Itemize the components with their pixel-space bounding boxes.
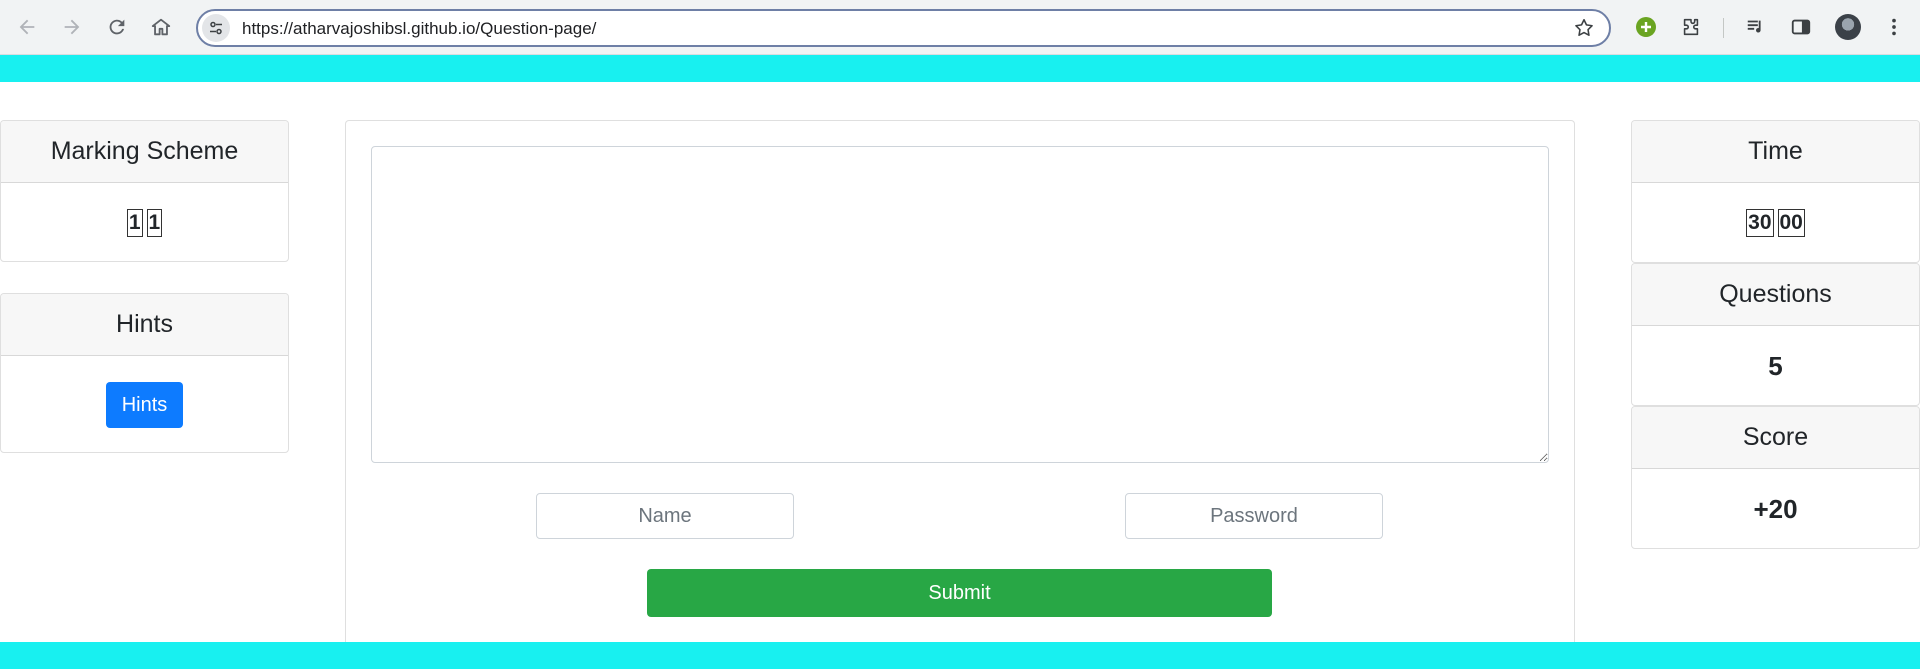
hints-title: Hints xyxy=(1,294,288,356)
back-button[interactable] xyxy=(10,10,44,44)
hints-button[interactable]: Hints xyxy=(106,382,183,428)
side-panel-icon xyxy=(1791,19,1811,35)
side-panel-button[interactable] xyxy=(1787,13,1815,41)
browser-toolbar: https://atharvajoshibsl.github.io/Questi… xyxy=(0,0,1920,55)
extensions-button[interactable] xyxy=(1677,13,1705,41)
toolbar-divider xyxy=(1723,18,1724,38)
time-title: Time xyxy=(1632,121,1919,183)
queue-music-icon xyxy=(1747,20,1761,33)
submit-button[interactable]: Submit xyxy=(647,569,1272,617)
time-minutes: 30 xyxy=(1746,209,1774,237)
tune-icon xyxy=(210,21,222,35)
forward-button[interactable] xyxy=(55,10,89,44)
questions-body: 5 xyxy=(1632,326,1919,405)
plus-circle-icon xyxy=(1636,17,1656,37)
more-vert-icon xyxy=(1892,18,1896,36)
time-seconds: 00 xyxy=(1777,209,1805,237)
questions-card: Questions 5 xyxy=(1631,263,1920,406)
reload-icon xyxy=(109,19,125,35)
home-button[interactable] xyxy=(144,10,178,44)
hints-card: Hints Hints xyxy=(0,293,289,453)
answer-textarea[interactable] xyxy=(371,146,1549,463)
score-body: +20 xyxy=(1632,469,1919,548)
time-body: 30 00 xyxy=(1632,183,1919,262)
questions-title: Questions xyxy=(1632,264,1919,326)
score-card: Score +20 xyxy=(1631,406,1920,549)
score-value: +20 xyxy=(1753,493,1798,524)
address-bar[interactable]: https://atharvajoshibsl.github.io/Questi… xyxy=(196,9,1611,47)
name-input[interactable] xyxy=(536,493,794,539)
password-input[interactable] xyxy=(1125,493,1383,539)
home-icon xyxy=(151,18,171,36)
score-title: Score xyxy=(1632,407,1919,469)
time-card: Time 30 00 xyxy=(1631,120,1920,263)
marking-correct-value: 1 xyxy=(126,209,143,237)
puzzle-icon xyxy=(1683,18,1699,36)
marking-scheme-body: 1 1 xyxy=(1,183,288,261)
bottom-accent-band xyxy=(0,642,1920,669)
hints-body: Hints xyxy=(1,356,288,452)
reload-button[interactable] xyxy=(100,10,134,44)
media-controls-button[interactable] xyxy=(1742,13,1770,41)
browser-menu-button[interactable] xyxy=(1880,13,1908,41)
top-accent-band xyxy=(0,55,1920,82)
arrow-right-icon xyxy=(64,19,80,35)
arrow-left-icon xyxy=(19,19,35,35)
profile-avatar[interactable] xyxy=(1835,14,1861,40)
questions-count: 5 xyxy=(1768,350,1783,381)
marking-scheme-card: Marking Scheme 1 1 xyxy=(0,120,289,262)
marking-wrong-value: 1 xyxy=(146,209,163,237)
site-info-button[interactable] xyxy=(202,14,230,42)
marking-scheme-title: Marking Scheme xyxy=(1,121,288,183)
star-icon[interactable] xyxy=(1573,17,1595,39)
url-text[interactable]: https://atharvajoshibsl.github.io/Questi… xyxy=(242,19,596,39)
extension-button-green[interactable] xyxy=(1632,13,1660,41)
